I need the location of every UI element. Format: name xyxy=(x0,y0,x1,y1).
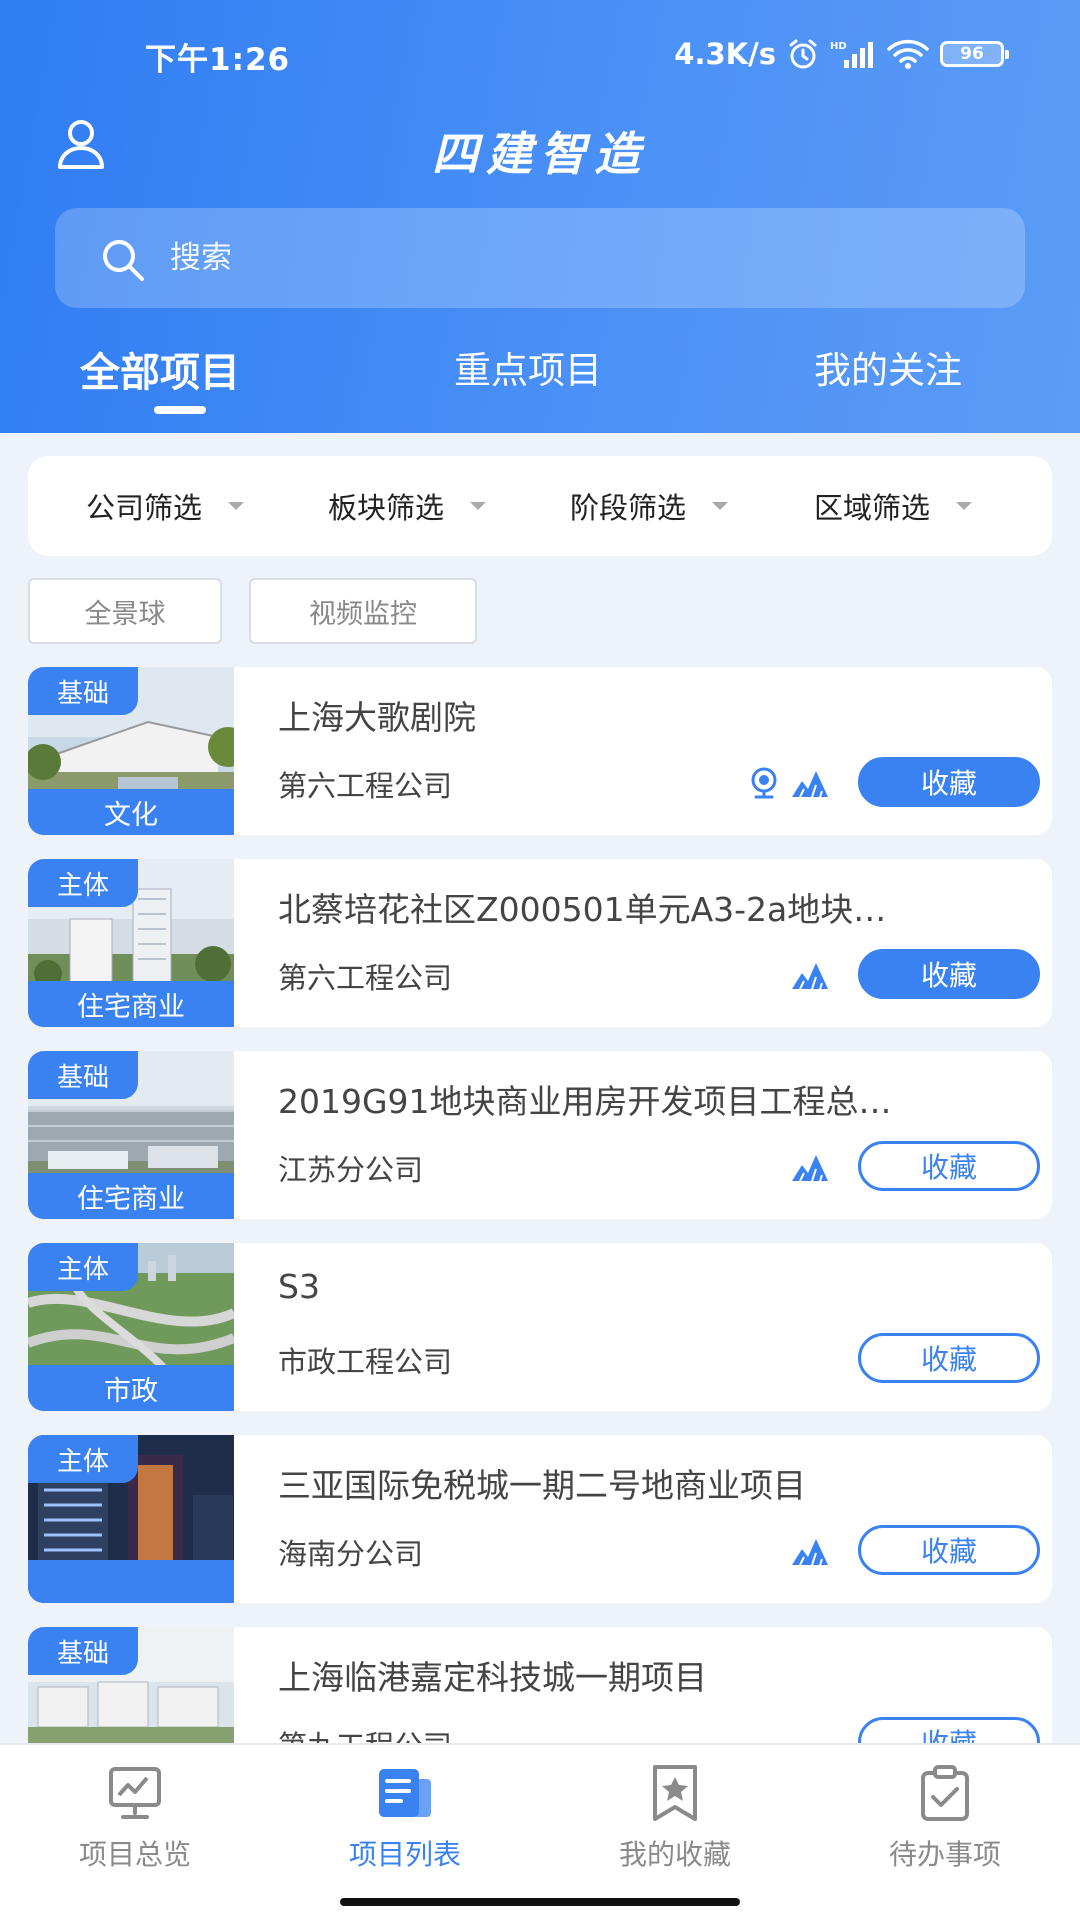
stage-tag: 主体 xyxy=(28,1435,138,1483)
project-title: 北蔡培花社区Z000501单元A3-2a地块… xyxy=(278,890,887,929)
project-thumbnail: 主体 市政 xyxy=(28,1243,234,1411)
filter-region-label: 区域筛选 xyxy=(814,491,931,525)
project-card[interactable]: 基础 住宅商业 2019G91地块商业用房开发项目工程总… 江苏分公司 收藏 xyxy=(28,1051,1052,1219)
network-speed: 4.3K/s xyxy=(674,37,776,71)
nav-label: 项目列表 xyxy=(348,1838,461,1871)
bottom-nav: 项目总览 项目列表 我的收藏 待办事项 xyxy=(0,1743,1080,1920)
category-tag: 文化 xyxy=(28,789,234,835)
filter-region[interactable]: 区域筛选 xyxy=(814,456,973,556)
filter-stage[interactable]: 阶段筛选 xyxy=(570,456,729,556)
filter-bar: 公司筛选 板块筛选 阶段筛选 区域筛选 xyxy=(28,456,1052,556)
status-bar: 下午1:26 4.3K/s HD 96 xyxy=(0,0,1080,100)
battery-indicator: 96 xyxy=(940,41,1009,67)
stage-tag: 主体 xyxy=(28,1243,138,1291)
project-title: 2019G91地块商业用房开发项目工程总… xyxy=(278,1082,892,1121)
favorite-button[interactable]: 收藏 xyxy=(858,1525,1040,1575)
tab-key-projects[interactable]: 重点项目 xyxy=(454,340,602,394)
status-indicators: 4.3K/s HD 96 xyxy=(674,34,1009,74)
favorite-button[interactable]: 收藏 xyxy=(858,1141,1040,1191)
project-card[interactable]: 主体 市政 S3 市政工程公司 收藏 xyxy=(28,1243,1052,1411)
active-tab-indicator xyxy=(154,406,206,414)
project-title: 三亚国际免税城一期二号地商业项目 xyxy=(278,1466,806,1505)
project-thumbnail: 基础 住宅商业 xyxy=(28,1051,234,1219)
tab-all-projects[interactable]: 全部项目 xyxy=(80,340,240,398)
filter-company-label: 公司筛选 xyxy=(86,491,203,525)
project-company: 市政工程公司 xyxy=(278,1345,453,1379)
search-input[interactable] xyxy=(170,233,770,283)
nav-label: 我的收藏 xyxy=(618,1838,731,1871)
tab-my-following[interactable]: 我的关注 xyxy=(814,340,962,394)
home-indicator[interactable] xyxy=(340,1898,740,1906)
project-title: 上海大歌剧院 xyxy=(278,698,476,737)
nav-label: 待办事项 xyxy=(888,1838,1001,1871)
panorama-icon[interactable] xyxy=(790,957,830,993)
project-company: 第六工程公司 xyxy=(278,769,453,803)
panorama-icon[interactable] xyxy=(790,1149,830,1185)
project-thumbnail: 主体 住宅商业 xyxy=(28,859,234,1027)
project-card[interactable]: 主体 三亚国际免税城一期二号地商业项目 海南分公司 收藏 xyxy=(28,1435,1052,1603)
favorite-button[interactable]: 收藏 xyxy=(858,1333,1040,1383)
category-tag: 住宅商业 xyxy=(28,1173,234,1219)
wifi-icon xyxy=(886,38,930,70)
nav-my-favorites[interactable]: 我的收藏 xyxy=(540,1745,810,1871)
nav-label: 项目总览 xyxy=(78,1838,191,1871)
chevron-down-icon xyxy=(956,502,973,510)
status-time: 下午1:26 xyxy=(145,42,291,78)
project-title: 上海临港嘉定科技城一期项目 xyxy=(278,1658,707,1697)
chevron-down-icon xyxy=(470,502,487,510)
project-thumbnail: 主体 xyxy=(28,1435,234,1603)
panorama-icon[interactable] xyxy=(790,765,830,801)
search-icon xyxy=(99,236,147,284)
chip-video-monitoring[interactable]: 视频监控 xyxy=(249,578,477,644)
project-thumbnail: 基础 文化 xyxy=(28,667,234,835)
stage-tag: 基础 xyxy=(28,667,138,715)
project-card[interactable]: 基础 文化 上海大歌剧院 第六工程公司 收藏 xyxy=(28,667,1052,835)
signal-icon: HD xyxy=(830,38,876,70)
filter-stage-label: 阶段筛选 xyxy=(570,491,687,525)
header: 下午1:26 4.3K/s HD 96 四建智造 全部项目 重点项目 我的关注 xyxy=(0,0,1080,433)
nav-project-overview[interactable]: 项目总览 xyxy=(0,1745,270,1871)
stage-tag: 主体 xyxy=(28,859,138,907)
favorite-button[interactable]: 收藏 xyxy=(858,757,1040,807)
project-title: S3 xyxy=(278,1267,320,1306)
search-box[interactable] xyxy=(55,208,1025,308)
project-tabs: 全部项目 重点项目 我的关注 xyxy=(0,340,1080,420)
nav-todo[interactable]: 待办事项 xyxy=(810,1745,1080,1871)
filter-sector[interactable]: 板块筛选 xyxy=(328,456,487,556)
project-company: 海南分公司 xyxy=(278,1537,424,1571)
app-title: 四建智造 xyxy=(432,127,648,181)
monitor-chart-icon xyxy=(105,1763,165,1823)
camera-icon[interactable] xyxy=(746,765,786,801)
category-tag: 住宅商业 xyxy=(28,981,234,1027)
clipboard-check-icon xyxy=(915,1763,975,1823)
chevron-down-icon xyxy=(228,502,245,510)
stage-tag: 基础 xyxy=(28,1051,138,1099)
project-company: 江苏分公司 xyxy=(278,1153,424,1187)
panorama-icon[interactable] xyxy=(790,1533,830,1569)
favorite-button[interactable]: 收藏 xyxy=(858,949,1040,999)
filter-company[interactable]: 公司筛选 xyxy=(86,456,245,556)
filter-sector-label: 板块筛选 xyxy=(328,491,445,525)
svg-text:HD: HD xyxy=(830,41,847,52)
alarm-icon xyxy=(786,37,820,71)
project-company: 第六工程公司 xyxy=(278,961,453,995)
chevron-down-icon xyxy=(712,502,729,510)
bookmark-star-icon xyxy=(645,1763,705,1823)
category-tag: 市政 xyxy=(28,1365,234,1411)
nav-project-list[interactable]: 项目列表 xyxy=(270,1745,540,1871)
stage-tag: 基础 xyxy=(28,1627,138,1675)
list-card-icon xyxy=(375,1763,435,1823)
project-card[interactable]: 主体 住宅商业 北蔡培花社区Z000501单元A3-2a地块… 第六工程公司 收… xyxy=(28,859,1052,1027)
chip-panorama[interactable]: 全景球 xyxy=(28,578,222,644)
